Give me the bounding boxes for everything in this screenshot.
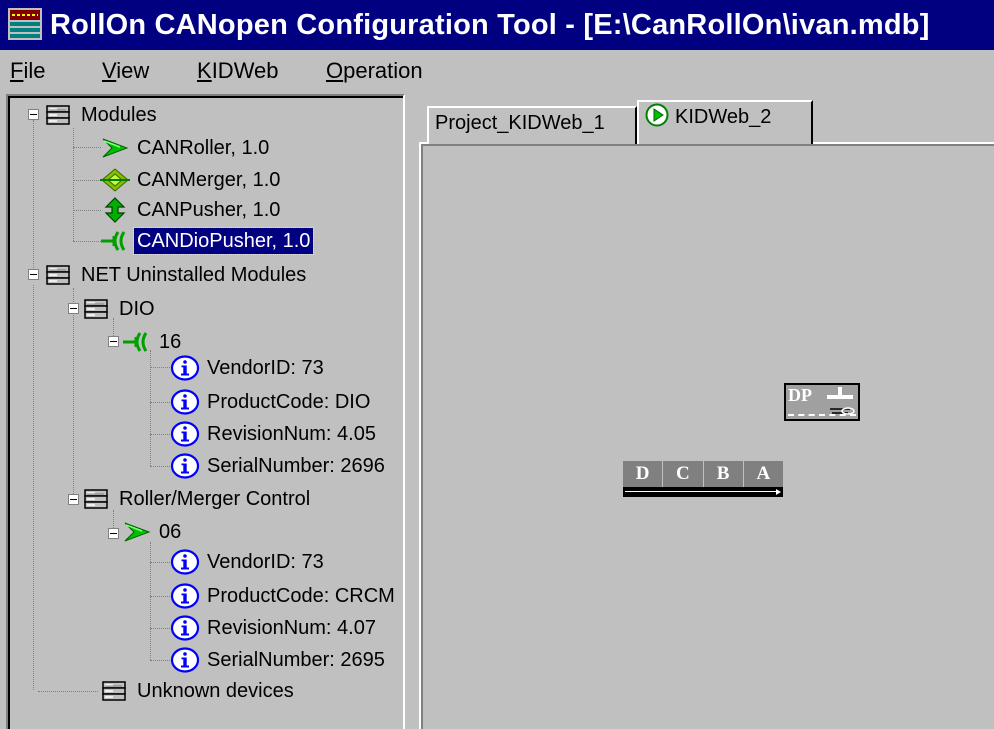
expander-dio[interactable] (68, 303, 79, 314)
merger-icon (100, 167, 130, 193)
dcba-cells: D C B A (623, 461, 783, 487)
dcba-cell: D (623, 461, 664, 487)
tree-line (150, 434, 170, 435)
pane-splitter[interactable] (405, 94, 419, 729)
roller-icon (122, 519, 152, 545)
info-icon (170, 453, 200, 479)
dcba-arrow-line (625, 491, 777, 492)
tree-item-dio[interactable]: DIO (82, 294, 158, 324)
tree-item-dio-serial[interactable]: SerialNumber: 2696 (170, 451, 388, 481)
tree-item-candiopusher[interactable]: CANDioPusher, 1.0 (100, 226, 315, 256)
tree-item-unknown-devices[interactable]: Unknown devices (100, 676, 297, 706)
tree-item-canpusher[interactable]: CANPusher, 1.0 (100, 195, 283, 225)
tree-line (73, 147, 101, 148)
selected-tree-label: CANDioPusher, 1.0 (132, 227, 315, 255)
tree-line (150, 402, 170, 403)
menu-view[interactable]: View (102, 58, 149, 84)
tree-item-roller-merger[interactable]: Roller/Merger Control (82, 484, 313, 514)
kidweb-canvas[interactable] (419, 142, 994, 729)
tree-item-canmerger[interactable]: CANMerger, 1.0 (100, 165, 283, 195)
tree-item-modules[interactable]: Modules (44, 100, 160, 130)
title-bar: RollOn CANopen Configuration Tool - [E:\… (0, 0, 994, 50)
folder-icon (82, 296, 112, 322)
expander-rm-node[interactable] (108, 528, 119, 539)
folder-icon (82, 486, 112, 512)
info-icon (170, 615, 200, 641)
dio-pusher-icon (100, 228, 130, 254)
expander-net[interactable] (28, 269, 39, 280)
pusher-icon (100, 197, 130, 223)
dp-bottom-line (788, 414, 856, 416)
tree-line (150, 628, 170, 629)
dcba-cell: C (663, 461, 704, 487)
dcba-block[interactable]: D C B A (623, 461, 783, 501)
tree-line (38, 691, 98, 692)
info-icon (170, 549, 200, 575)
tree-item-dio-product[interactable]: ProductCode: DIO (170, 387, 373, 417)
tree-item-dio-revision[interactable]: RevisionNum: 4.05 (170, 419, 379, 449)
dcba-arrow-bar (623, 487, 783, 497)
dp-block[interactable]: DP (784, 383, 860, 421)
tree-item-rm-node[interactable]: 06 (122, 517, 184, 547)
tree-line (150, 596, 170, 597)
canvas-border (421, 144, 994, 729)
play-icon (645, 103, 669, 127)
tree-item-rm-revision[interactable]: RevisionNum: 4.07 (170, 613, 379, 643)
tree-line (150, 660, 170, 661)
folder-icon (100, 678, 130, 704)
tree-line (33, 285, 34, 690)
menu-kidweb[interactable]: KIDWeb (197, 58, 279, 84)
roller-icon (100, 135, 130, 161)
menu-bar: File View KIDWeb Operation (0, 50, 994, 92)
tree-line (73, 241, 101, 242)
menu-operation[interactable]: Operation (326, 58, 423, 84)
tree-line (150, 367, 170, 368)
info-icon (170, 647, 200, 673)
info-icon (170, 355, 200, 381)
tree-item-net-uninstalled[interactable]: NET Uninstalled Modules (44, 260, 309, 290)
info-icon (170, 583, 200, 609)
app-icon (8, 8, 42, 40)
tree-item-rm-serial[interactable]: SerialNumber: 2695 (170, 645, 388, 675)
tab-kidweb-2[interactable]: KIDWeb_2 (637, 100, 813, 144)
menu-file[interactable]: File (10, 58, 45, 84)
expander-dio-node[interactable] (108, 336, 119, 347)
expander-roller[interactable] (68, 494, 79, 505)
tree-line (150, 542, 151, 660)
tree-item-rm-product[interactable]: ProductCode: CRCM (170, 581, 404, 611)
dcba-cell: B (704, 461, 744, 487)
tree-line (73, 128, 74, 241)
tree-line (150, 562, 170, 563)
tree-line (33, 120, 34, 278)
info-icon (170, 389, 200, 415)
tab-project-kidweb-1[interactable]: Project_KIDWeb_1 (427, 106, 637, 144)
dio-pusher-icon (122, 329, 152, 355)
folder-icon (44, 262, 74, 288)
tree-item-rm-vendor[interactable]: VendorID: 73 (170, 547, 327, 577)
info-icon (170, 421, 200, 447)
tree-item-canroller[interactable]: CANRoller, 1.0 (100, 133, 272, 163)
tree-line (150, 466, 170, 467)
kidweb-pane: Project_KIDWeb_1 KIDWeb_2 DP D C B A (419, 94, 994, 729)
dcba-cell: A (756, 463, 771, 484)
expander-modules[interactable] (28, 109, 39, 120)
tree-item-dio-vendor[interactable]: VendorID: 73 (170, 353, 327, 383)
tree-line (73, 180, 101, 181)
window-title: RollOn CANopen Configuration Tool - [E:\… (50, 9, 930, 41)
dcba-arrow-head (776, 489, 781, 495)
tree-line (73, 210, 101, 211)
folder-icon (44, 102, 74, 128)
tree-line (73, 288, 74, 498)
